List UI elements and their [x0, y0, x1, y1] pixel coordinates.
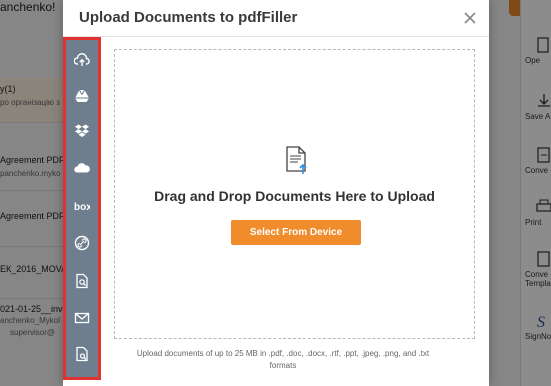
- document-upload-icon: [286, 146, 307, 174]
- google-drive-icon: [75, 89, 89, 102]
- modal-header: Upload Documents to pdfFiller: [63, 0, 489, 37]
- upload-source-google-drive[interactable]: [66, 80, 98, 112]
- upload-source-dropbox[interactable]: [66, 115, 98, 147]
- upload-source-search-document[interactable]: [66, 265, 98, 297]
- svg-text:box: box: [74, 202, 90, 213]
- onedrive-icon: [74, 163, 90, 173]
- upload-source-link[interactable]: [66, 227, 98, 259]
- upload-source-email[interactable]: [66, 302, 98, 334]
- link-icon: [74, 235, 90, 251]
- upload-source-device[interactable]: [66, 44, 98, 76]
- modal-title: Upload Documents to pdfFiller: [79, 9, 298, 26]
- select-from-device-button[interactable]: Select From Device: [231, 220, 361, 245]
- box-icon: box: [74, 202, 90, 213]
- drop-zone[interactable]: Drag and Drop Documents Here to Upload S…: [114, 49, 475, 339]
- upload-source-onedrive[interactable]: [66, 152, 98, 184]
- document-search-icon: [76, 346, 88, 362]
- email-icon: [74, 312, 90, 324]
- upload-limits-note: Upload documents of up to 25 MB in .pdf,…: [136, 349, 430, 370]
- dropbox-icon: [75, 124, 89, 137]
- upload-modal: Upload Documents to pdfFiller box Drag a…: [63, 0, 489, 386]
- search-document-icon: [76, 273, 88, 289]
- close-icon[interactable]: [461, 9, 479, 27]
- upload-source-document-search[interactable]: [66, 338, 98, 370]
- upload-source-sidebar: box: [63, 37, 101, 380]
- drop-instructions: Drag and Drop Documents Here to Upload: [154, 188, 435, 204]
- upload-cloud-icon: [74, 53, 90, 66]
- upload-source-box[interactable]: box: [66, 190, 98, 222]
